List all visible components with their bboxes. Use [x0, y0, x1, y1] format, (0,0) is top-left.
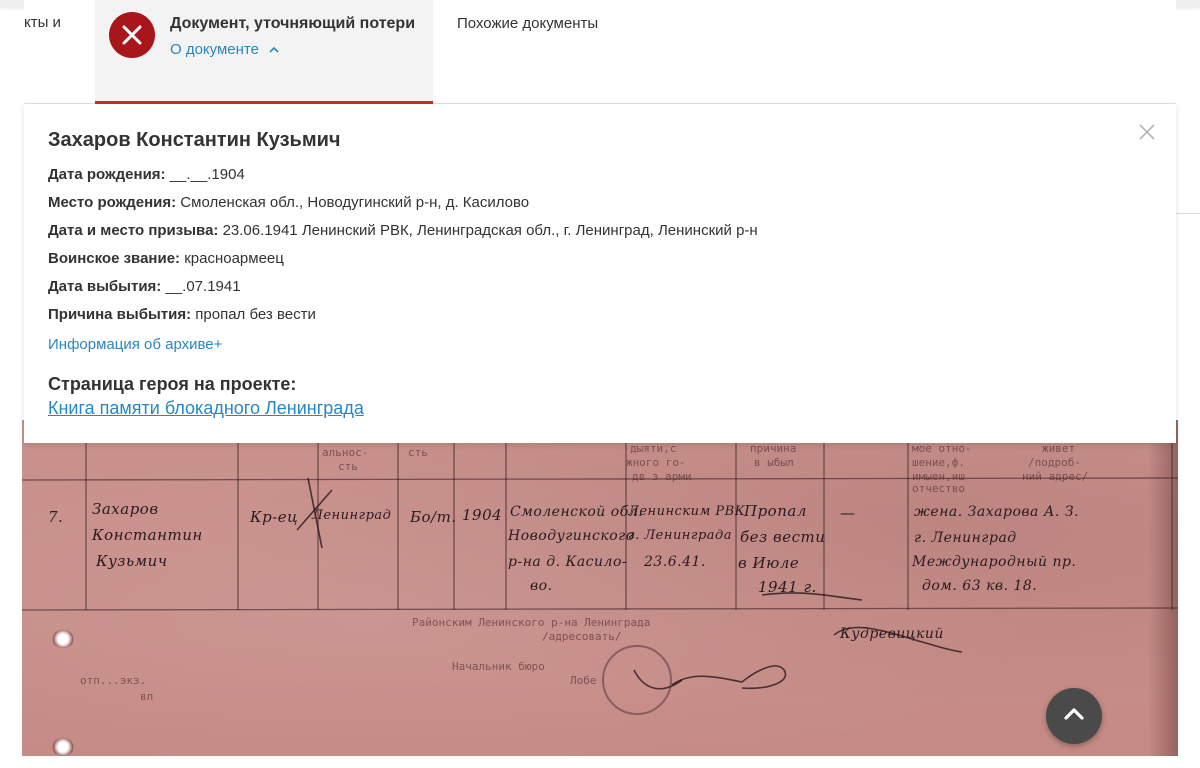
scan-typed: Начальник бюро [452, 660, 545, 673]
error-x-icon [109, 12, 155, 58]
tab-title: Документ, уточняющий потери [170, 15, 416, 32]
scroll-to-top-button[interactable] [1046, 688, 1102, 744]
scan-handwriting: р-на д. Касило- [508, 554, 628, 570]
field-label: Причина выбытия: [48, 306, 192, 323]
scan-typed: сть [338, 460, 358, 473]
scan-handwriting: Захаров [92, 500, 159, 518]
scan-handwriting: в Июле [738, 554, 800, 572]
field-birth-date: Дата рождения: __.__.1904 [48, 166, 245, 183]
field-birth-place: Место рождения: Смоленская обл., Новодуг… [48, 194, 529, 211]
about-document-label: О документе [170, 41, 259, 58]
archive-info-link[interactable]: Информация об архиве+ [48, 336, 222, 353]
field-value: 23.06.1941 Ленинский РВК, Ленинградская … [222, 222, 758, 239]
scan-handwriting: Кузьмич [96, 552, 168, 570]
tab-previous[interactable]: кты и [24, 14, 61, 31]
signature-stroke [671, 665, 787, 690]
about-document-link[interactable]: О документе [170, 41, 279, 58]
scan-typed: альнос- [322, 446, 369, 459]
scan-handwriting: Константин [92, 526, 203, 544]
field-value: Смоленская обл., Новодугинский р-н, д. К… [180, 194, 530, 211]
field-label: Дата рождения: [48, 166, 166, 183]
scan-typed: живет [1042, 442, 1076, 455]
field-departure-reason: Причина выбытия: пропал без вести [48, 306, 316, 323]
scan-typed: в ыбыл [754, 456, 794, 469]
scan-typed: отп...экз. [80, 674, 147, 687]
field-label: Воинское звание: [48, 250, 181, 267]
field-rank: Воинское звание: красноармеец [48, 250, 284, 267]
document-tabs: кты и Документ, уточняющий потери О доку… [24, 0, 1176, 104]
paper-hole [52, 630, 74, 648]
scan-handwriting: Кр-ец [250, 508, 299, 526]
scan-handwriting: 7. [48, 508, 64, 526]
scan-typed: /адресовать/ [542, 630, 622, 643]
scan-handwriting: 1941 г. [758, 578, 817, 596]
scan-handwriting: Новодугинского [508, 528, 635, 544]
scan-handwriting: Ленинским РВК [628, 504, 746, 519]
scan-handwriting: Пропал [744, 502, 807, 520]
rule-line [22, 477, 1178, 481]
scan-handwriting: Смоленской обл. [510, 504, 644, 520]
scan-typed: шение,ф. [912, 456, 965, 469]
scan-typed: вл [140, 690, 154, 703]
field-label: Дата и место призыва: [48, 222, 219, 239]
field-label: Место рождения: [48, 194, 177, 211]
scan-handwriting: 23.6.41. [644, 554, 706, 570]
scan-typed: Лобе [570, 674, 597, 687]
rule-line [22, 607, 1178, 611]
chevron-up-icon [269, 44, 279, 56]
scan-typed: сть [408, 446, 428, 459]
hero-page-title: Страница героя на проекте: [48, 374, 297, 394]
chevron-up-icon [1063, 707, 1085, 726]
scan-handwriting: Ленинград [312, 508, 392, 523]
ink-stamp [602, 645, 672, 715]
person-name: Захаров Константин Кузьмич [48, 129, 341, 151]
page: альнос- сть сть дыяти,с жного го- дв з а… [0, 0, 1200, 768]
scan-handwriting: 1904 [462, 506, 503, 524]
scan-handwriting: Кудревицкий [840, 626, 944, 642]
document-scan: альнос- сть сть дыяти,с жного го- дв з а… [22, 420, 1178, 756]
field-label: Дата выбытия: [48, 278, 162, 295]
scan-edge-shadow [1148, 420, 1178, 756]
scan-typed: отчество [912, 482, 965, 495]
field-departure-date: Дата выбытия: __.07.1941 [48, 278, 241, 295]
scan-typed: дыяти,с [630, 442, 677, 455]
scan-handwriting: жена. Захарова А. З. [914, 504, 1079, 520]
tab-document-clarifying-losses[interactable]: Документ, уточняющий потери О документе [95, 0, 433, 104]
field-value: пропал без вести [195, 306, 316, 323]
scan-handwriting: г. Ленинграда [628, 528, 733, 543]
scan-handwriting: — [840, 504, 856, 522]
tab-similar-documents[interactable]: Похожие документы [457, 15, 598, 32]
scan-handwriting: без вести [740, 528, 826, 546]
scan-typed: /подроб- [1028, 456, 1081, 469]
scan-handwriting: г. Ленинград [914, 530, 1017, 546]
scan-typed: причина [750, 442, 797, 455]
hero-page-link[interactable]: Книга памяти блокадного Ленинграда [48, 398, 364, 419]
scan-typed: ний адрес/ [1022, 470, 1089, 483]
paper-hole [52, 738, 74, 756]
scan-typed: Районским Ленинского р-на Ленинграда [412, 616, 651, 629]
scan-handwriting: Международный пр. [912, 554, 1077, 570]
field-value: __.07.1941 [165, 278, 241, 295]
scan-handwriting: во. [530, 578, 553, 594]
field-value: __.__.1904 [169, 166, 245, 183]
close-icon[interactable] [1136, 120, 1158, 142]
scan-typed: мое отно- [912, 442, 972, 455]
page-edge [1176, 178, 1200, 214]
document-info-panel: Захаров Константин Кузьмич Дата рождения… [24, 104, 1176, 443]
scan-handwriting: Бо/т. [410, 508, 457, 526]
scan-typed: дв з арми [632, 470, 692, 483]
scan-typed: жного го- [626, 456, 686, 469]
field-conscription: Дата и место призыва: 23.06.1941 Ленинск… [48, 222, 758, 239]
field-value: красноармеец [184, 250, 284, 267]
scan-handwriting: дом. 63 кв. 18. [922, 578, 1038, 594]
